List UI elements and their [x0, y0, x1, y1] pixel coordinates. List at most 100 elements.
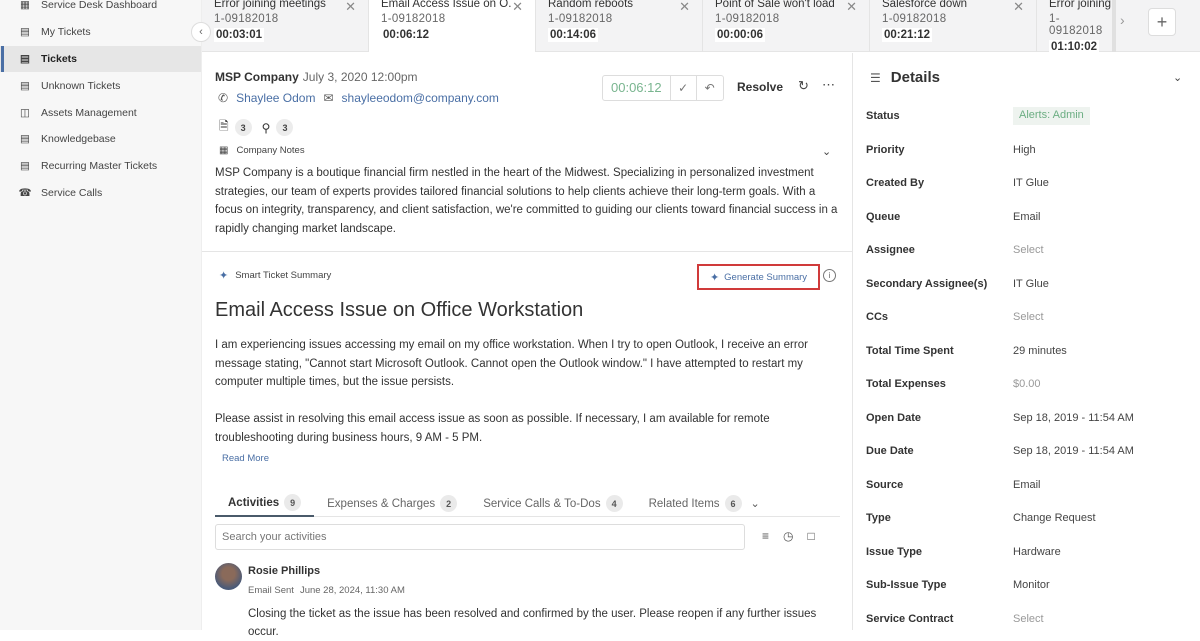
detail-value[interactable]: Sep 18, 2019 - 11:54 AM	[1013, 412, 1134, 424]
collapse-sidebar-button[interactable]: ‹	[191, 22, 211, 42]
sidebar-item-assets-management[interactable]: ◫ Assets Management	[0, 99, 201, 126]
detail-value[interactable]: Select	[1013, 613, 1044, 625]
sidebar: ▦ Service Desk Dashboard ▤ My Tickets ▤ Tic…	[0, 0, 202, 630]
close-icon[interactable]: ✕	[512, 0, 523, 15]
devices-icon: ◫	[20, 106, 30, 119]
timer-reset-button[interactable]: ↶	[697, 76, 723, 100]
detail-label: Type	[866, 512, 891, 524]
book-icon: ▤	[20, 133, 30, 146]
sidebar-item-unknown-tickets[interactable]: ▤ Unknown Tickets	[0, 72, 201, 99]
read-more-link[interactable]: Read More	[222, 453, 269, 464]
detail-value[interactable]: Change Request	[1013, 512, 1096, 524]
tab-ticket[interactable]: Random reboots 1-09182018 00:14:06 ✕	[536, 0, 703, 52]
detail-row: Queue Email	[866, 211, 1196, 223]
detail-row: Priority High	[866, 144, 1196, 156]
tab-timer: 00:00:06	[715, 28, 766, 42]
tab-timer: 00:03:01	[214, 28, 265, 42]
company-notes-header[interactable]: ▦ Company Notes	[219, 145, 305, 156]
detail-row: Open Date Sep 18, 2019 - 11:54 AM	[866, 412, 1196, 424]
tab-related-items[interactable]: Related Items 6	[636, 491, 755, 517]
detail-row: Total Time Spent 29 minutes	[866, 345, 1196, 357]
sidebar-item-knowledgebase[interactable]: ▤ Knowledgebase	[0, 126, 201, 153]
filter-icon[interactable]: ≡	[762, 529, 769, 543]
ticket-date: July 3, 2020 12:00pm	[302, 70, 418, 84]
detail-value[interactable]: Select	[1013, 311, 1044, 323]
detail-value[interactable]: $0.00	[1013, 378, 1041, 390]
dashboard-icon: ▦	[20, 0, 30, 12]
detail-value[interactable]: Email	[1013, 479, 1041, 491]
attachment-icon[interactable]: 🗎	[219, 117, 229, 138]
detail-value[interactable]: Alerts: Admin	[1013, 107, 1090, 125]
close-icon[interactable]: ✕	[679, 0, 690, 15]
sidebar-item-tickets[interactable]: ▤ Tickets	[0, 45, 201, 73]
detail-row: Assignee Select	[866, 244, 1196, 256]
detail-value[interactable]: High	[1013, 144, 1036, 156]
activity-search-input[interactable]	[215, 524, 745, 550]
detail-label: Created By	[866, 177, 925, 189]
detail-row: Service Contract Select	[866, 613, 1196, 625]
chevron-down-icon[interactable]: ⌄	[822, 145, 831, 158]
detail-value[interactable]: Sep 18, 2019 - 11:54 AM	[1013, 445, 1134, 457]
clock-icon[interactable]: ◷	[783, 529, 793, 543]
detail-label: Queue	[866, 210, 901, 223]
detail-label: Status	[866, 110, 900, 122]
generate-summary-button[interactable]: ✦ Generate Summary	[697, 264, 820, 290]
contact-name-link[interactable]: Shaylee Odom	[236, 91, 315, 105]
tab-ticket[interactable]: Salesforce down 1-09182018 00:21:12 ✕	[870, 0, 1037, 52]
detail-label: Sub-Issue Type	[866, 579, 947, 591]
tab-service-calls-todos[interactable]: Service Calls & To-Dos 4	[470, 491, 635, 517]
ticket-counts: 🗎 3 ⚲ 3	[219, 117, 294, 138]
detail-label: Total Expenses	[866, 378, 946, 390]
contact-email-link[interactable]: shayleeodom@company.com	[342, 91, 499, 105]
detail-value[interactable]: Select	[1013, 244, 1044, 256]
resolve-button[interactable]: Resolve	[737, 80, 783, 94]
detail-label: Due Date	[866, 445, 914, 457]
detail-value[interactable]: Email	[1013, 211, 1041, 223]
chevron-down-icon[interactable]: ⌄	[1173, 71, 1182, 84]
company-name[interactable]: MSP Company	[215, 70, 299, 84]
tab-ticket[interactable]: Error joining 1-09182018 01:10:02	[1037, 0, 1117, 52]
company-notes-text: MSP Company is a boutique financial firm…	[215, 167, 838, 235]
tab-activities[interactable]: Activities 9	[215, 491, 315, 517]
detail-value[interactable]: 29 minutes	[1013, 345, 1067, 357]
tab-timer: 00:06:12	[381, 28, 432, 42]
detail-label: Assignee	[866, 244, 915, 256]
count-badge: 6	[724, 495, 742, 512]
detail-row: Sub-Issue Type Monitor	[866, 579, 1196, 591]
note-icon[interactable]: □	[808, 529, 815, 543]
sidebar-item-service-calls[interactable]: ☎ Service Calls	[0, 180, 201, 207]
ticket-icon: ▤	[20, 26, 30, 39]
timer-confirm-button[interactable]: ✓	[671, 76, 697, 100]
chevron-down-icon[interactable]: ⌄	[751, 497, 760, 510]
tab-ticket[interactable]: Error joining meetings 1-09182018 00:03:…	[202, 0, 369, 52]
tab-ticket[interactable]: Point of Sale won't load 1-09182018 00:0…	[703, 0, 870, 52]
key-icon[interactable]: ⚲	[262, 121, 271, 135]
tab-ticket[interactable]: Email Access Issue on O... 1-09182018 00…	[369, 0, 536, 52]
count-badge: 9	[284, 494, 302, 511]
detail-value[interactable]: Hardware	[1013, 546, 1061, 558]
sidebar-item-service-desk-dashboard[interactable]: ▦ Service Desk Dashboard	[0, 0, 201, 19]
ticket-tabs: Error joining meetings 1-09182018 00:03:…	[202, 0, 1200, 52]
refresh-icon[interactable]: ↻	[798, 78, 809, 94]
detail-value[interactable]: IT Glue	[1013, 177, 1049, 189]
close-icon[interactable]: ✕	[345, 0, 356, 15]
info-icon[interactable]: i	[823, 269, 836, 282]
close-icon[interactable]: ✕	[1013, 0, 1024, 15]
detail-row: Type Change Request	[866, 512, 1196, 524]
tab-expenses-charges[interactable]: Expenses & Charges 2	[314, 491, 470, 517]
sidebar-item-my-tickets[interactable]: ▤ My Tickets	[0, 19, 201, 46]
detail-value[interactable]: Monitor	[1013, 579, 1050, 591]
detail-value[interactable]: IT Glue	[1013, 278, 1049, 290]
add-tab-button[interactable]: +	[1148, 8, 1176, 36]
chevron-right-icon[interactable]: ›	[1120, 12, 1125, 28]
more-options-icon[interactable]: ⋯	[822, 77, 835, 93]
detail-label: CCs	[866, 311, 889, 323]
sidebar-item-recurring-master-tickets[interactable]: ▤ Recurring Master Tickets	[0, 153, 201, 180]
mail-icon: ✉	[323, 91, 334, 105]
close-icon[interactable]: ✕	[846, 0, 857, 15]
ticket-header: MSP Company July 3, 2020 12:00pm	[215, 70, 418, 84]
ticket-icon: ▤	[20, 52, 30, 65]
detail-row: Issue Type Hardware	[866, 546, 1196, 558]
undo-icon: ↶	[704, 81, 715, 95]
detail-label: Issue Type	[866, 545, 923, 558]
